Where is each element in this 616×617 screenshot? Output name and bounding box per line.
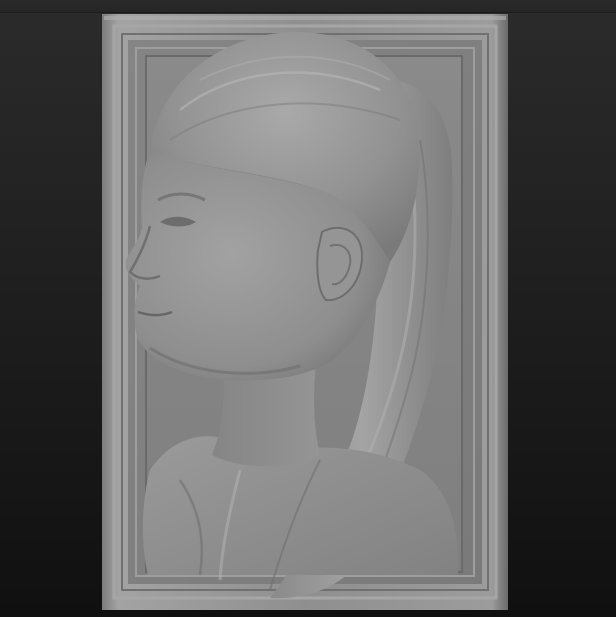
frame-outer-edge-highlight [104, 16, 506, 20]
3d-viewport[interactable] [0, 0, 616, 617]
relief-sculpture[interactable] [0, 0, 616, 617]
